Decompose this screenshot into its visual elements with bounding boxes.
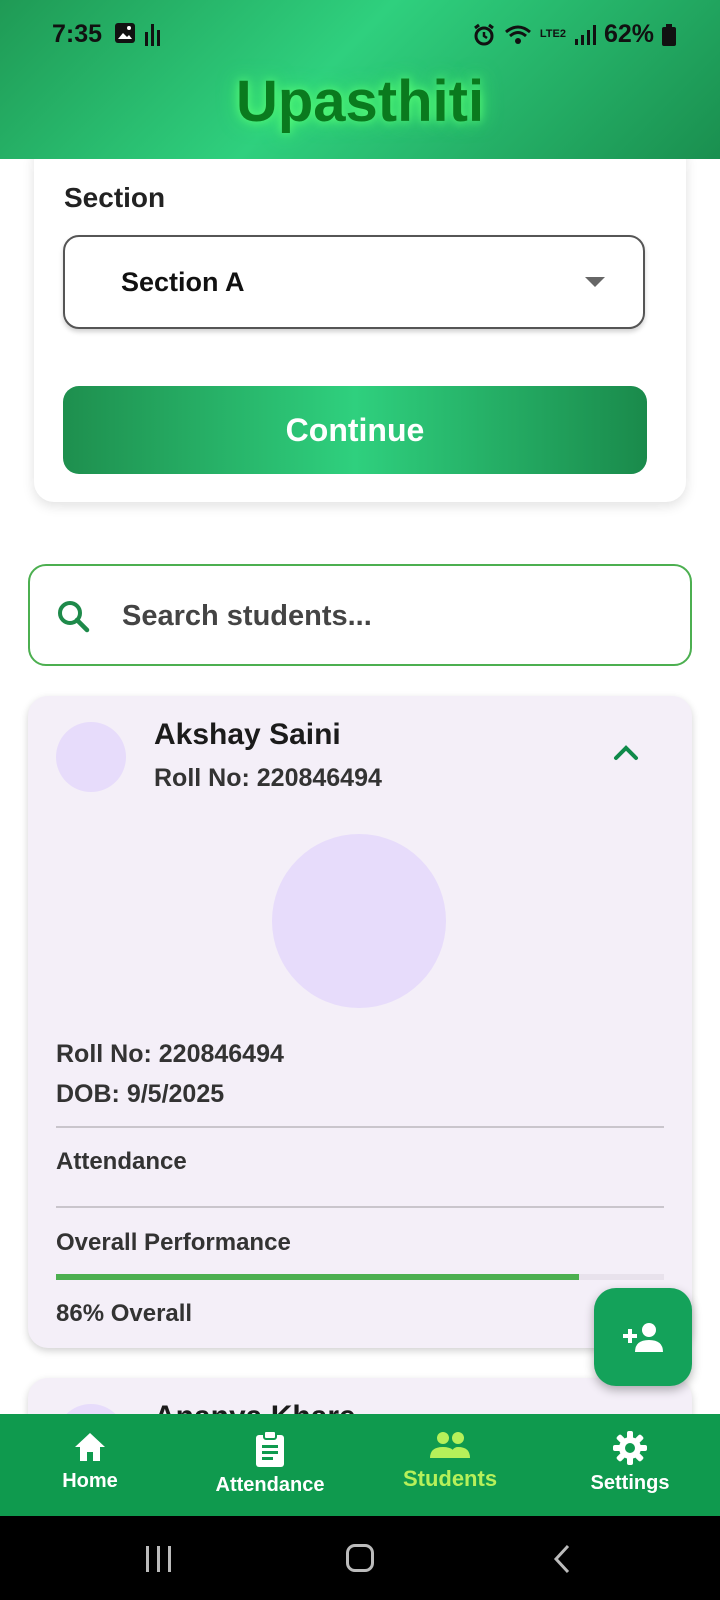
gear-icon [613, 1431, 647, 1465]
search-input[interactable]: Search students... [28, 564, 692, 666]
alarm-icon [473, 23, 494, 45]
status-bar: 7:35 LTE2 62% [0, 0, 720, 70]
activity-icon [145, 24, 160, 46]
people-icon [430, 1432, 470, 1458]
status-icons-right: LTE2 62% [472, 20, 676, 49]
dropdown-caret-icon [585, 277, 605, 287]
status-time: 7:35 [52, 20, 103, 48]
search-icon [58, 601, 90, 633]
divider [56, 1206, 664, 1208]
student-roll-number: Roll No: 220846494 [154, 764, 382, 792]
student-card[interactable]: Akshay Saini Roll No: 220846494 Roll No:… [28, 696, 692, 1348]
section-card: Section Section A Continue [34, 140, 686, 502]
app-title: Upasthiti [235, 69, 485, 134]
add-person-icon [623, 1323, 663, 1352]
nav-label-settings: Settings [590, 1472, 670, 1494]
nav-label-home: Home [62, 1470, 118, 1492]
nav-item-attendance[interactable]: Attendance [180, 1414, 360, 1516]
home-icon [75, 1433, 105, 1461]
add-student-button[interactable] [594, 1288, 692, 1386]
continue-button[interactable]: Continue [63, 386, 647, 474]
system-navigation-bar [0, 1516, 720, 1600]
section-dropdown[interactable]: Section A [63, 235, 645, 329]
app-header: 7:35 LTE2 62% Upasthiti [0, 0, 720, 159]
nav-label-students: Students [402, 1466, 498, 1491]
back-icon[interactable] [552, 1544, 572, 1574]
nav-item-students[interactable]: Students [360, 1414, 540, 1516]
section-label: Section [64, 182, 166, 213]
detail-dob: DOB: 9/5/2025 [56, 1080, 225, 1108]
nav-item-home[interactable]: Home [0, 1414, 180, 1516]
attendance-label: Attendance [56, 1148, 187, 1175]
performance-label: Overall Performance [56, 1229, 291, 1256]
system-home-button[interactable] [346, 1544, 374, 1572]
nav-item-settings[interactable]: Settings [540, 1414, 720, 1516]
divider [56, 1126, 664, 1128]
search-placeholder: Search students... [122, 600, 372, 632]
recent-apps-button[interactable] [146, 1546, 171, 1572]
gallery-icon [115, 23, 135, 43]
overall-percentage: 86% Overall [56, 1300, 193, 1327]
section-selected-value: Section A [121, 267, 245, 297]
signal-icon [574, 24, 596, 45]
battery-icon [662, 23, 676, 46]
wifi-icon [504, 25, 531, 44]
student-name: Akshay Saini [154, 718, 341, 751]
status-icons-left [114, 22, 162, 46]
nav-label-attendance: Attendance [215, 1474, 325, 1496]
clipboard-icon [256, 1430, 284, 1467]
student-photo [272, 834, 446, 1008]
battery-percent: 62% [603, 20, 654, 48]
performance-progress-bar [56, 1274, 664, 1280]
network-type: LTE2 [539, 28, 566, 40]
chevron-up-icon[interactable] [610, 742, 642, 764]
avatar [56, 722, 126, 792]
detail-roll-number: Roll No: 220846494 [56, 1040, 284, 1068]
bottom-navigation: Home Attendance Students Settings [0, 1414, 720, 1516]
performance-progress-fill [56, 1274, 579, 1280]
